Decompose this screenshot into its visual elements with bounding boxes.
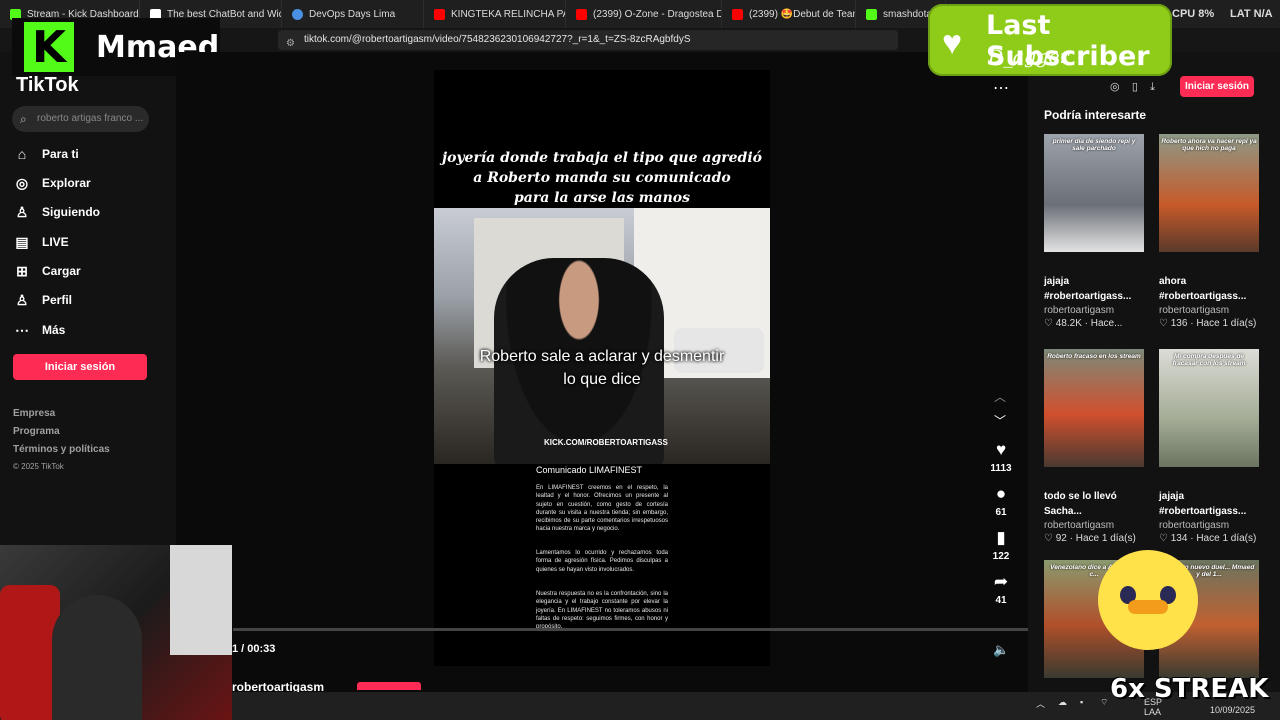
url-field[interactable]: ⚙ tiktok.com/@robertoartigasm/video/7548… (278, 30, 898, 50)
nav-live[interactable]: ▤ LIVE (14, 230, 68, 254)
nav-siguiendo[interactable]: ♙ Siguiendo (14, 200, 100, 224)
like-button[interactable]: ♥ 1113 (988, 440, 1014, 474)
video-progress-bar[interactable] (233, 628, 1028, 631)
home-icon: ⌂ (17, 146, 27, 162)
footer-link[interactable]: Términos y políticas (13, 444, 110, 455)
follow-button[interactable] (357, 682, 421, 690)
recommendation-card[interactable]: Mi compra después de fracasar con los st… (1159, 349, 1259, 544)
save-button[interactable]: ▮ 122 (988, 528, 1014, 562)
kick-url-watermark: KICK.COM/ROBERTOARTIGASS (544, 438, 668, 447)
streamer (52, 595, 142, 720)
recommendations-heading: Podría interesarte (1044, 108, 1147, 122)
recommendation-card[interactable]: primer día de siendo repi y sale parchad… (1044, 134, 1144, 329)
compass-icon[interactable]: ◎ (1110, 81, 1120, 93)
streak-counter: 6x STREAK (1110, 674, 1269, 704)
cpu-readout: CPU 8% (1172, 8, 1215, 20)
youtube-favicon-icon (732, 8, 743, 20)
search-input[interactable]: ⌕ roberto artigas franco ... (12, 106, 149, 132)
upload-icon: ⊞ (16, 262, 28, 279)
video-player[interactable]: joyería donde trabaja el tipo que agredi… (434, 70, 770, 666)
top-action-icons: ◎ ▯ ⤓ (1110, 80, 1155, 94)
youtube-favicon-icon (576, 8, 587, 20)
nav-cargar[interactable]: ⊞ Cargar (14, 259, 81, 283)
footer-link[interactable]: Empresa (13, 408, 55, 419)
recommendation-card[interactable]: Roberto fracaso en los stream todo se lo… (1044, 349, 1144, 544)
window (170, 545, 232, 655)
volume-icon[interactable]: 🔈 (993, 642, 1009, 658)
bookmark-icon: ▮ (996, 528, 1006, 547)
live-icon: ▤ (15, 233, 29, 250)
more-icon: ⋯ (15, 321, 29, 338)
last-subscriber-overlay: ♥ Last Subscriber D_agger (928, 4, 1172, 76)
kick-logo: K (24, 22, 74, 73)
comment-icon: ● (995, 484, 1007, 503)
previous-video-icon[interactable]: ︿ (994, 388, 1006, 405)
duck-beak (1128, 600, 1168, 614)
network-icon[interactable]: ⌔ (1100, 697, 1108, 708)
following-icon: ♙ (15, 203, 29, 220)
copyright: © 2025 TikTok (13, 462, 64, 471)
statement-title: Comunicado LIMAFINEST (536, 465, 643, 475)
video-caption: joyería donde trabaja el tipo que agredi… (442, 150, 762, 206)
youtube-favicon-icon (434, 8, 445, 20)
recommendation-card[interactable]: Roberto ahora va hacer repi ya que hich … (1159, 134, 1259, 329)
browser-tab[interactable]: (2399) O-Zone - Dragostea Din (566, 0, 722, 28)
tray-expand-icon[interactable]: ︿ (1036, 697, 1045, 710)
statement-paragraph: Nuestra respuesta no es la confrontación… (536, 591, 668, 630)
footer-link[interactable]: Programa (13, 426, 60, 437)
login-button[interactable]: Iniciar sesión (13, 354, 147, 380)
statement-paragraph: Lamentamos lo ocurrido y rechazamos toda… (536, 550, 668, 573)
card-thumbnail: Roberto ahora va hacer repi ya que hich … (1159, 134, 1259, 252)
card-thumbnail: primer día de siendo repi y sale parchad… (1044, 134, 1144, 252)
webcam-overlay (0, 545, 232, 720)
download-icon[interactable]: ⤓ (1150, 81, 1155, 93)
more-options-icon[interactable]: ⋯ (993, 78, 1009, 98)
nav-explorar[interactable]: ◎ Explorar (14, 171, 91, 195)
statement-paragraph: En LIMAFINEST creemos en el respeto, la … (536, 485, 668, 533)
latency-readout: LAT N/A (1230, 8, 1273, 20)
gaming-chair (0, 585, 60, 720)
taskbar-date: 10/09/2025 (1210, 705, 1256, 715)
login-button-top[interactable]: Iniciar sesión (1180, 76, 1254, 97)
onedrive-icon[interactable]: ☁ (1058, 697, 1067, 708)
next-video-icon[interactable]: ﹀ (994, 412, 1006, 429)
browser-tab[interactable]: DevOps Days Lima (282, 0, 424, 28)
duck-mascot (1098, 550, 1198, 650)
tiktok-logo[interactable]: TikTok (16, 74, 79, 97)
nav-para-ti[interactable]: ⌂ Para ti (14, 142, 79, 166)
devops-favicon-icon (292, 8, 303, 20)
share-icon: ➦ (993, 572, 1009, 591)
nvidia-icon[interactable]: ▪ (1080, 697, 1083, 707)
phone-icon[interactable]: ▯ (1132, 81, 1138, 93)
compass-icon: ◎ (15, 174, 29, 191)
heart-icon: ♥ (942, 24, 963, 62)
video-timecode: 1 / 00:33 (232, 643, 276, 655)
comment-button[interactable]: ● 61 (988, 484, 1014, 518)
share-button[interactable]: ➦ 41 (988, 572, 1014, 606)
kick-favicon-icon (866, 8, 877, 20)
browser-tab[interactable]: KINGTEKA RELINCHA PARA EL (424, 0, 566, 28)
heart-icon: ♥ (995, 440, 1007, 459)
video-frame: Roberto sale a aclarar y desmentir lo qu… (434, 208, 770, 464)
card-thumbnail: Roberto fracaso en los stream (1044, 349, 1144, 467)
card-thumbnail: Mi compra después de fracasar con los st… (1159, 349, 1259, 467)
nav-mas[interactable]: ⋯ Más (14, 318, 65, 342)
site-info-icon[interactable]: ⚙ (286, 34, 295, 54)
nav-perfil[interactable]: ♙ Perfil (14, 288, 72, 312)
search-icon: ⌕ (20, 112, 27, 126)
browser-tab[interactable]: (2399) 🤩Debut de Team PARI (722, 0, 856, 28)
profile-icon: ♙ (15, 291, 29, 308)
